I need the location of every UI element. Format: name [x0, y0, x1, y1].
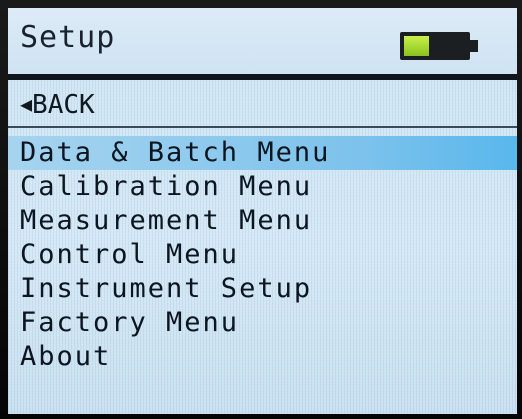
menu-item-instrument-setup[interactable]: Instrument Setup	[8, 272, 517, 306]
menu-item-calibration[interactable]: Calibration Menu	[8, 170, 517, 204]
triangle-left-icon: ◀	[20, 92, 33, 116]
title-divider	[8, 74, 517, 80]
lcd-screen: Setup ◀BACK Data & Batch Menu Calibratio…	[8, 8, 517, 414]
setup-menu: Data & Batch Menu Calibration Menu Measu…	[8, 136, 517, 374]
title-bar: Setup	[8, 8, 517, 74]
back-button[interactable]: ◀BACK	[20, 90, 95, 120]
page-title: Setup	[20, 20, 116, 55]
battery-icon	[400, 32, 478, 60]
battery-tip	[470, 40, 478, 52]
device-bezel: Setup ◀BACK Data & Batch Menu Calibratio…	[0, 0, 522, 419]
menu-item-control[interactable]: Control Menu	[8, 238, 517, 272]
back-label: BACK	[32, 90, 95, 120]
menu-item-measurement[interactable]: Measurement Menu	[8, 204, 517, 238]
menu-item-data-batch[interactable]: Data & Batch Menu	[8, 136, 517, 170]
battery-body	[400, 32, 470, 60]
menu-item-factory[interactable]: Factory Menu	[8, 306, 517, 340]
battery-level-fill	[404, 36, 429, 56]
back-divider	[8, 126, 517, 128]
menu-item-about[interactable]: About	[8, 340, 517, 374]
